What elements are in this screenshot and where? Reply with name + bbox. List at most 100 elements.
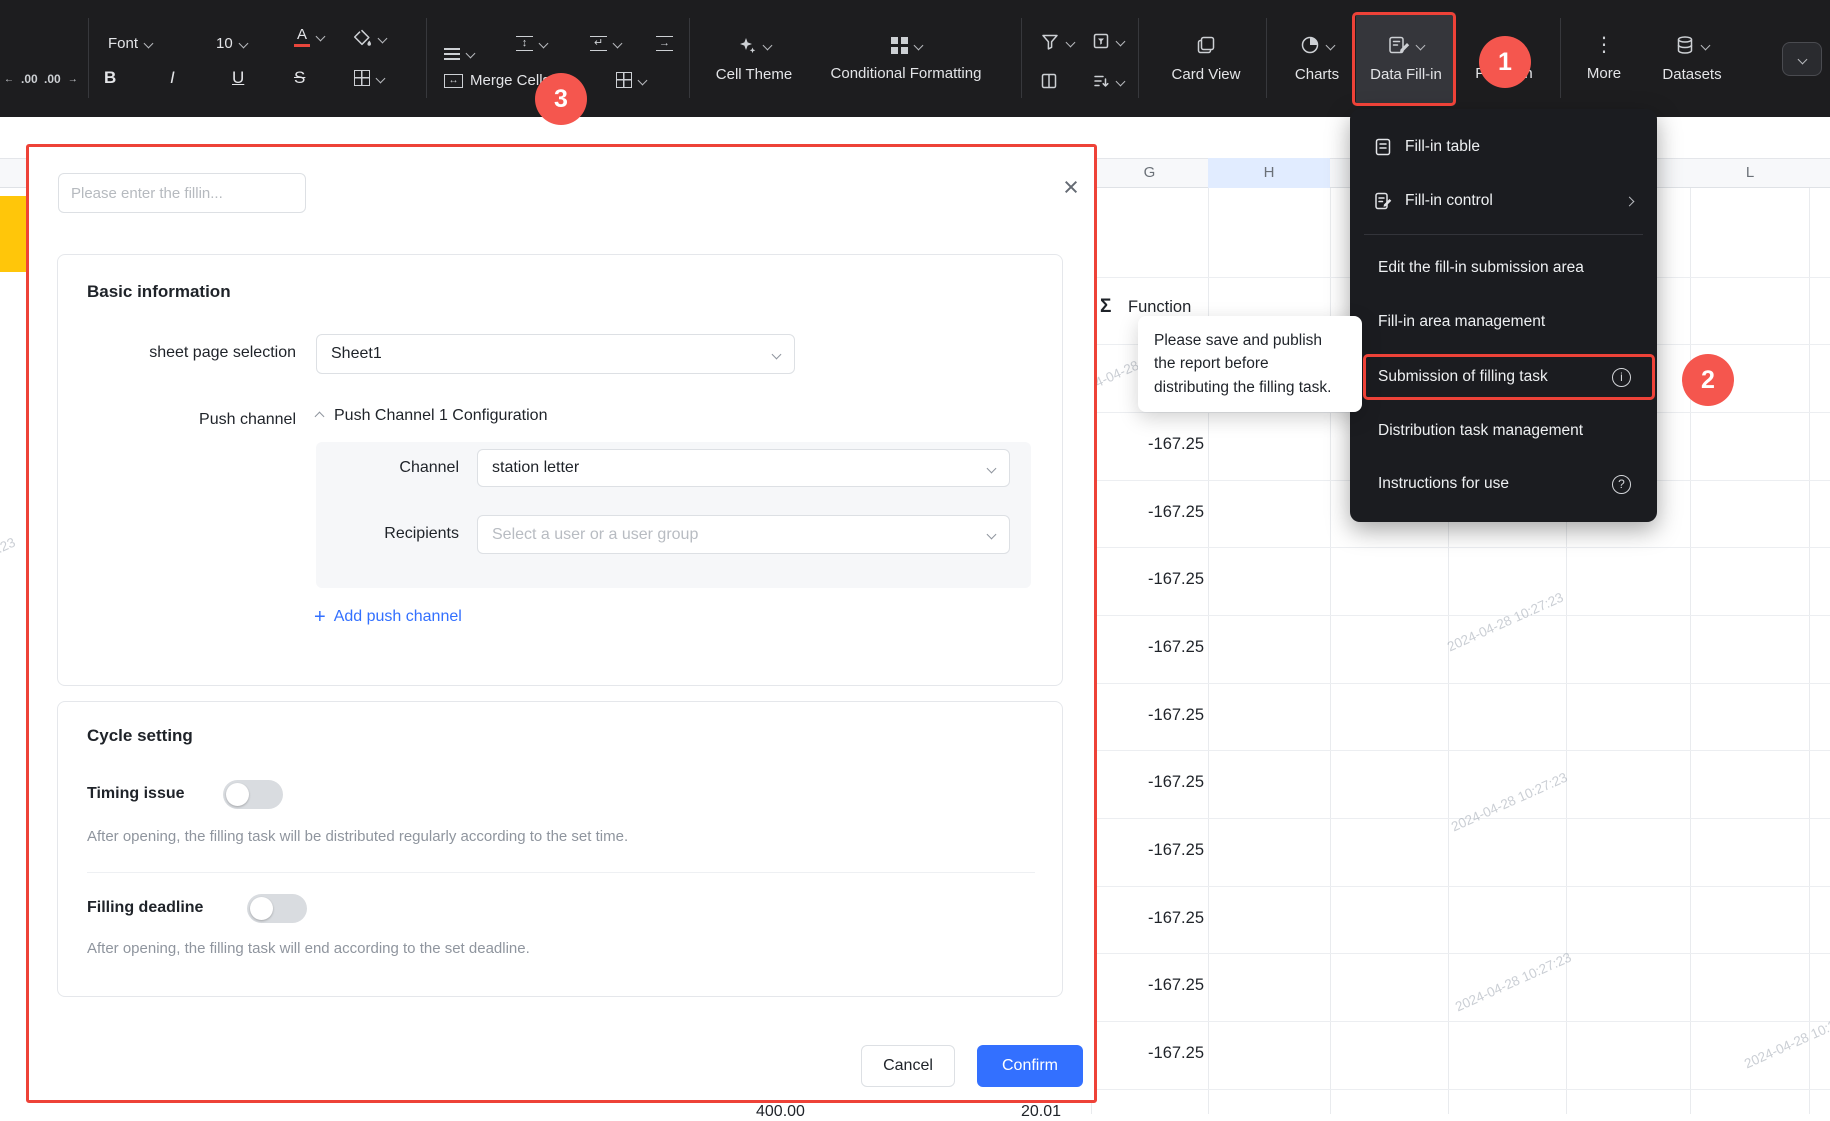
cell-theme-button[interactable]: Cell Theme bbox=[700, 14, 808, 104]
italic-button[interactable]: I bbox=[170, 68, 175, 88]
chevron-down-icon bbox=[143, 38, 154, 48]
column-header-l[interactable]: L bbox=[1691, 164, 1809, 181]
menu-item-submission-of-filling-task[interactable]: Submission of filling task i bbox=[1358, 355, 1649, 399]
column-header-h[interactable]: H bbox=[1208, 164, 1330, 181]
recipients-select[interactable]: Select a user or a user group bbox=[477, 515, 1010, 554]
menu-item-distribution-task-management[interactable]: Distribution task management bbox=[1358, 409, 1649, 453]
function-cell-label: Function bbox=[1128, 298, 1192, 316]
text-color-button[interactable]: A bbox=[294, 26, 326, 47]
text-wrap-dropdown[interactable]: ↵ bbox=[590, 36, 623, 51]
chevron-down-icon bbox=[1700, 40, 1711, 50]
gridline bbox=[1091, 750, 1830, 751]
borders-dropdown[interactable] bbox=[354, 70, 386, 86]
chevron-down-icon bbox=[1797, 54, 1807, 64]
timing-issue-description: After opening, the filling task will be … bbox=[87, 828, 629, 845]
push-channel-config-title: Push Channel 1 Configuration bbox=[334, 407, 548, 424]
menu-item-label: Submission of filling task bbox=[1378, 368, 1548, 385]
toolbar: ← .00 .00 → Font 10 A B I U S ↕ ↵ → ↔ Me… bbox=[0, 0, 1830, 117]
gridline bbox=[1091, 953, 1830, 954]
menu-item-label: Fill-in area management bbox=[1378, 313, 1546, 330]
decimal-zeros-icon: .00 bbox=[21, 72, 38, 86]
menu-item-label: Distribution task management bbox=[1378, 422, 1584, 439]
gridline bbox=[1091, 886, 1830, 887]
menu-item-edit-fill-in-submission-area[interactable]: Edit the fill-in submission area bbox=[1358, 246, 1649, 290]
chevron-right-icon bbox=[1624, 196, 1635, 206]
add-push-channel-link[interactable]: + Add push channel bbox=[314, 607, 462, 627]
arrow-right-icon: → bbox=[67, 73, 78, 85]
menu-item-label: Instructions for use bbox=[1378, 475, 1509, 492]
cancel-button[interactable]: Cancel bbox=[861, 1045, 955, 1087]
cell-value: -167.25 bbox=[1148, 503, 1204, 521]
merge-cells-button[interactable]: ↔ Merge Cells bbox=[444, 72, 550, 89]
chevron-down-icon bbox=[465, 48, 476, 59]
font-size-dropdown[interactable]: 10 bbox=[216, 30, 249, 56]
toolbar-separator bbox=[88, 18, 89, 98]
underline-button[interactable]: U bbox=[232, 68, 244, 88]
menu-item-fill-in-area-management[interactable]: Fill-in area management bbox=[1358, 300, 1649, 344]
split-table-button[interactable] bbox=[1040, 72, 1058, 90]
cell-value: -167.25 bbox=[1148, 773, 1204, 791]
sigma-icon: Σ bbox=[1100, 296, 1112, 317]
gridline bbox=[1091, 547, 1830, 548]
decimal-zeros-icon: .00 bbox=[44, 72, 61, 86]
collapse-toolbar-button[interactable] bbox=[1782, 42, 1822, 76]
menu-item-fill-in-control[interactable]: Fill-in control bbox=[1358, 179, 1649, 223]
help-icon: ? bbox=[1612, 474, 1631, 494]
confirm-button[interactable]: Confirm bbox=[977, 1045, 1083, 1087]
decimal-increase-button[interactable]: .00 → bbox=[44, 72, 78, 86]
font-family-dropdown[interactable]: Font bbox=[108, 30, 154, 56]
menu-item-instructions-for-use[interactable]: Instructions for use ? bbox=[1358, 462, 1649, 506]
cell-value: -167.25 bbox=[1148, 435, 1204, 453]
column-header-g[interactable]: G bbox=[1091, 164, 1208, 181]
step-badge-1: 1 bbox=[1479, 36, 1531, 88]
decimal-decrease-button[interactable]: ← .00 bbox=[4, 72, 38, 86]
vertical-align-dropdown[interactable]: ↕ bbox=[516, 36, 549, 51]
filling-deadline-toggle[interactable] bbox=[247, 894, 307, 923]
basic-information-card: Basic information sheet page selection S… bbox=[57, 254, 1063, 686]
fill-color-button[interactable] bbox=[352, 28, 388, 48]
strikethrough-button[interactable]: S bbox=[294, 68, 305, 88]
task-name-input[interactable] bbox=[58, 173, 306, 213]
bold-icon: B bbox=[104, 68, 117, 87]
horizontal-align-dropdown[interactable] bbox=[444, 40, 476, 59]
data-fill-in-icon bbox=[1389, 36, 1410, 54]
cell-value: -167.25 bbox=[1148, 976, 1204, 994]
timing-issue-label: Timing issue bbox=[87, 785, 185, 802]
filter-dropdown[interactable] bbox=[1040, 32, 1076, 52]
chevron-up-icon bbox=[314, 411, 325, 421]
sort-dropdown[interactable] bbox=[1092, 72, 1126, 90]
indent-button[interactable]: → bbox=[656, 36, 673, 51]
divider bbox=[87, 872, 1035, 873]
table-style-dropdown[interactable] bbox=[616, 72, 648, 88]
charts-button[interactable]: Charts bbox=[1280, 14, 1354, 104]
close-icon[interactable]: × bbox=[1055, 171, 1087, 203]
menu-item-fill-in-table[interactable]: Fill-in table bbox=[1358, 125, 1649, 169]
kebab-menu-icon: ⋮ bbox=[1594, 34, 1614, 56]
pie-chart-icon bbox=[1301, 36, 1319, 54]
chevron-down-icon bbox=[637, 75, 648, 85]
timing-issue-toggle[interactable] bbox=[223, 780, 283, 809]
channel-select[interactable]: station letter bbox=[477, 449, 1010, 487]
watermark-text: 2024-04-28 10:27:23 bbox=[1448, 769, 1570, 835]
bold-button[interactable]: B bbox=[104, 68, 116, 88]
sort-icon bbox=[1094, 75, 1109, 87]
more-button[interactable]: ⋮ More bbox=[1572, 14, 1636, 104]
gridline bbox=[1091, 1089, 1830, 1090]
sheet-page-select[interactable]: Sheet1 bbox=[316, 334, 795, 374]
toolbar-separator bbox=[1138, 18, 1139, 98]
data-fill-in-button[interactable]: Data Fill-in bbox=[1356, 12, 1456, 106]
sheet-page-select-value: Sheet1 bbox=[331, 345, 382, 362]
yellow-cell-fragment bbox=[0, 196, 26, 272]
chevron-down-icon bbox=[1325, 40, 1336, 50]
database-icon bbox=[1677, 36, 1693, 54]
datasets-button[interactable]: Datasets bbox=[1642, 14, 1742, 104]
push-channel-config-toggle[interactable]: Push Channel 1 Configuration bbox=[314, 407, 548, 425]
sheet-page-selection-label: sheet page selection bbox=[149, 344, 296, 361]
card-view-button[interactable]: Card View bbox=[1160, 14, 1252, 104]
filter-view-dropdown[interactable] bbox=[1092, 32, 1126, 50]
conditional-formatting-button[interactable]: Conditional Formatting bbox=[806, 14, 1006, 104]
filter-view-icon bbox=[1093, 33, 1109, 49]
gridline bbox=[1091, 1021, 1830, 1022]
chevron-down-icon bbox=[612, 38, 623, 49]
indent-icon: → bbox=[656, 36, 673, 51]
